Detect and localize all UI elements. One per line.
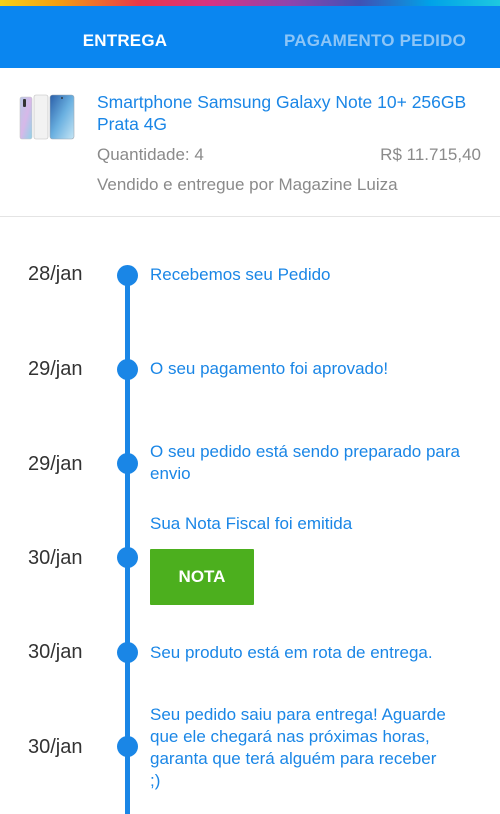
product-quantity: Quantidade: 4 [97, 145, 204, 164]
timeline-text: O seu pedido está sendo preparado para e… [150, 442, 461, 483]
timeline-text: Seu produto está em rota de entrega. [150, 643, 433, 662]
timeline-dot [117, 453, 138, 474]
timeline-date: 29/jan [28, 358, 83, 380]
tab-bar: ENTREGA PAGAMENTO PEDIDO [0, 6, 500, 68]
timeline-dot [117, 642, 138, 663]
timeline-dot [117, 736, 138, 757]
timeline-text: O seu pagamento foi aprovado! [150, 359, 389, 378]
product-thumbnail [19, 94, 75, 140]
timeline-text: Recebemos seu Pedido [150, 265, 331, 284]
timeline-date: 28/jan [28, 263, 83, 285]
product-price: R$ 11.715,40 [380, 145, 481, 164]
product-seller: Vendido e entregue por Magazine Luiza [97, 175, 398, 194]
product-summary: Smartphone Samsung Galaxy Note 10+ 256GB… [0, 68, 500, 217]
timeline-dot [117, 359, 138, 380]
timeline-date: 30/jan [28, 547, 83, 569]
nota-button[interactable]: NOTA [150, 549, 254, 605]
timeline-date: 30/jan [28, 641, 83, 663]
delivery-timeline: 28/jan Recebemos seu Pedido 29/jan O seu… [0, 217, 500, 814]
timeline-dot [117, 265, 138, 286]
timeline-dot [117, 547, 138, 568]
timeline-line [125, 274, 130, 814]
timeline-text: Sua Nota Fiscal foi emitida [150, 514, 353, 533]
timeline-date: 29/jan [28, 453, 83, 475]
timeline-date: 30/jan [28, 736, 83, 758]
timeline-text: Seu pedido saiu para entrega! Aguarde qu… [150, 705, 446, 790]
product-name[interactable]: Smartphone Samsung Galaxy Note 10+ 256GB… [97, 91, 487, 135]
tab-pagamento-pedido[interactable]: PAGAMENTO PEDIDO [250, 6, 500, 68]
tab-entrega[interactable]: ENTREGA [0, 6, 250, 68]
